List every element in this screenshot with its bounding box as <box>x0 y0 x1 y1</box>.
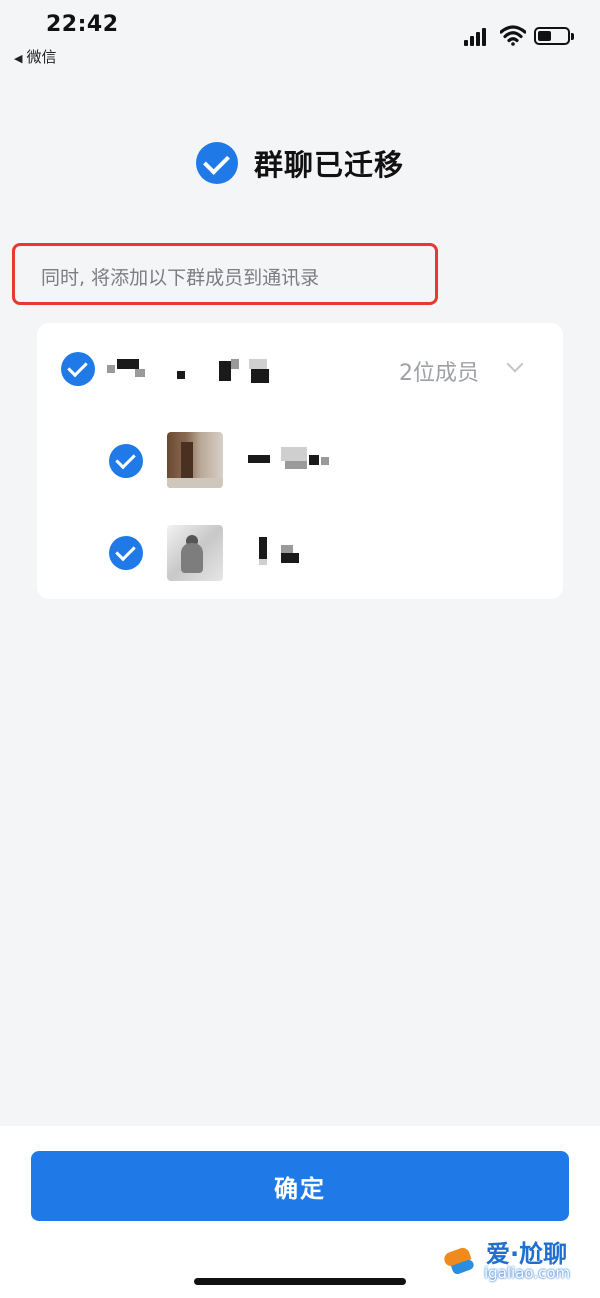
watermark-logo-icon <box>440 1240 480 1280</box>
status-time: 22:42 <box>46 12 119 37</box>
cellular-signal-icon <box>464 26 492 46</box>
watermark-url: igaliao.com <box>484 1264 571 1282</box>
back-app-label: 微信 <box>26 48 57 66</box>
member-count-toggle[interactable]: 2位成员 <box>399 355 479 387</box>
member-select-checkbox[interactable] <box>109 536 143 570</box>
back-to-app-link[interactable]: ◀ 微信 <box>14 46 56 67</box>
add-members-notice: 同时, 将添加以下群成员到通讯录 <box>41 267 320 289</box>
member-select-checkbox[interactable] <box>109 444 143 478</box>
wifi-icon <box>500 25 526 46</box>
highlight-box: 同时, 将添加以下群成员到通讯录 <box>12 243 438 305</box>
site-watermark: 爱·尬聊 igaliao.com <box>440 1232 600 1298</box>
chevron-down-icon[interactable] <box>506 355 524 373</box>
status-bar: 22:42 ◀ 微信 <box>0 0 600 70</box>
migration-header: 群聊已迁移 <box>0 142 600 184</box>
member-avatar <box>167 525 223 581</box>
group-select-checkbox[interactable] <box>61 352 95 386</box>
confirm-button[interactable]: 确定 <box>31 1151 569 1221</box>
back-triangle-icon: ◀ <box>14 52 23 65</box>
home-indicator[interactable] <box>194 1278 406 1285</box>
page-title: 群聊已迁移 <box>253 148 404 182</box>
group-members-card: 2位成员 <box>37 323 563 599</box>
battery-icon <box>534 27 574 45</box>
member-avatar <box>167 432 223 488</box>
success-check-icon <box>195 142 238 184</box>
battery-level-fill <box>538 31 551 41</box>
